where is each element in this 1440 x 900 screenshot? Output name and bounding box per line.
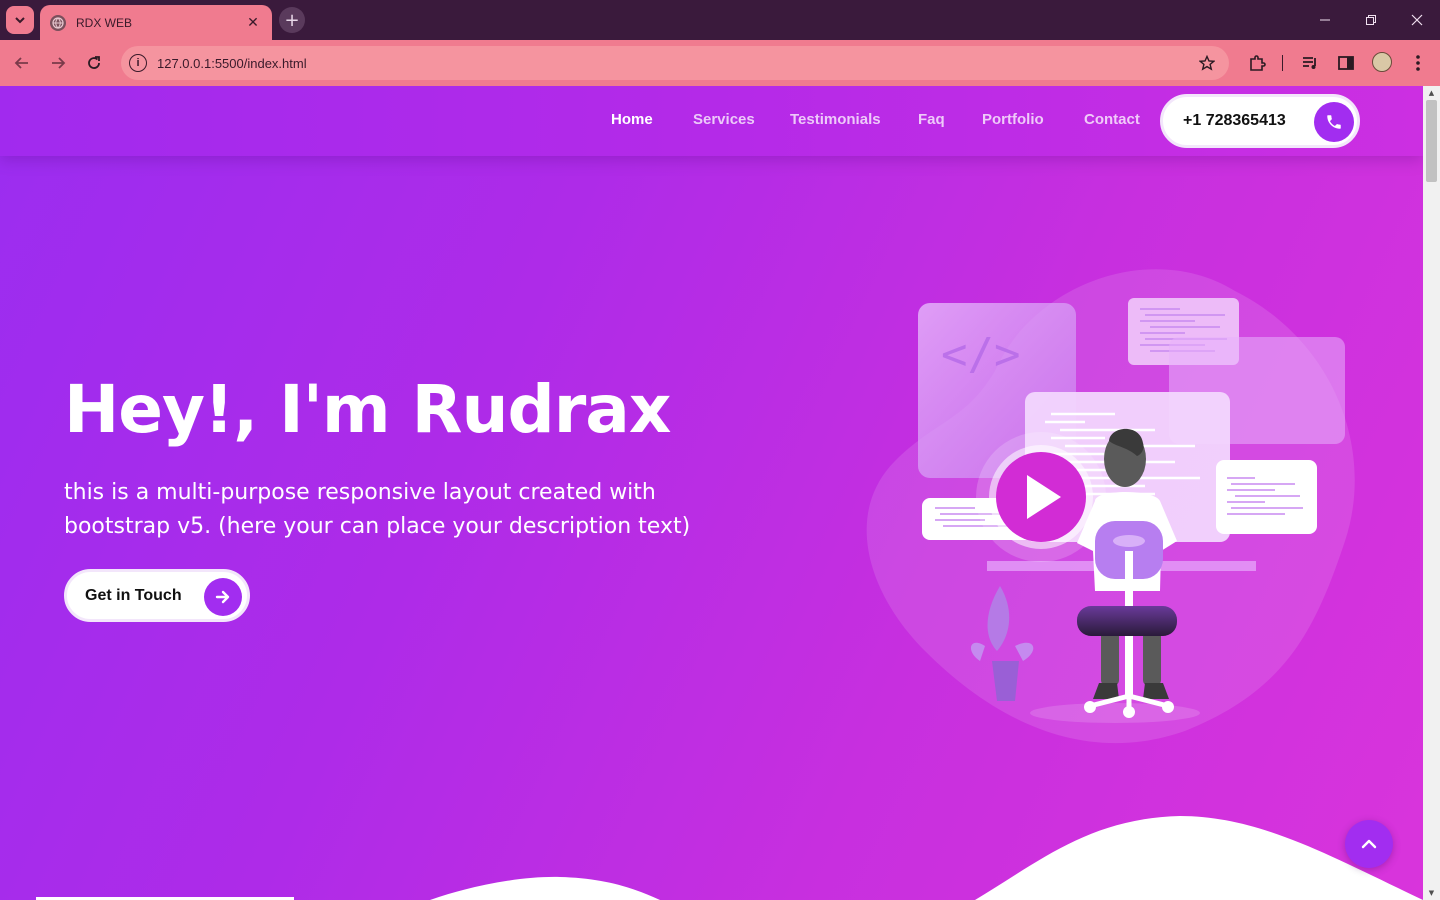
scrollbar-thumb[interactable] (1426, 100, 1437, 182)
more-menu-icon[interactable] (1407, 52, 1429, 74)
browser-toolbar: i 127.0.0.1:5500/index.html (0, 40, 1440, 86)
close-window-icon[interactable] (1405, 8, 1429, 32)
back-to-top-button[interactable] (1345, 820, 1393, 868)
nav-link-contact[interactable]: Contact (1084, 111, 1140, 128)
reload-icon[interactable] (82, 51, 106, 75)
nav-link-services[interactable]: Services (693, 111, 755, 128)
minimize-icon[interactable] (1313, 8, 1337, 32)
get-in-touch-button[interactable]: Get in Touch (64, 569, 250, 622)
close-tab-icon[interactable]: ✕ (244, 15, 262, 31)
phone-number: +1 728365413 (1183, 112, 1286, 129)
hero-title: Hey!, I'm Rudrax (64, 371, 671, 448)
arrow-right-icon (204, 578, 242, 616)
phone-button[interactable]: +1 728365413 (1160, 94, 1360, 148)
nav-link-testimonials[interactable]: Testimonials (790, 111, 881, 128)
tab-search-button[interactable] (6, 6, 34, 34)
browser-tab[interactable]: RDX WEB ✕ (40, 5, 272, 40)
scroll-up-arrow-icon[interactable]: ▲ (1423, 86, 1440, 100)
tab-title: RDX WEB (76, 15, 133, 30)
site-info-icon[interactable]: i (129, 54, 147, 72)
back-arrow-icon[interactable] (10, 51, 34, 75)
bottom-wave (430, 816, 1423, 900)
phone-icon (1314, 102, 1354, 142)
nav-link-portfolio[interactable]: Portfolio (982, 111, 1044, 128)
nav-link-faq[interactable]: Faq (918, 111, 945, 128)
restore-icon[interactable] (1359, 8, 1383, 32)
url-text[interactable]: 127.0.0.1:5500/index.html (157, 56, 1197, 71)
chevron-up-icon (1361, 839, 1377, 849)
site-navbar: Home Services Testimonials Faq Portfolio… (0, 86, 1423, 156)
new-tab-button[interactable]: + (279, 7, 305, 33)
extensions-puzzle-icon[interactable] (1246, 52, 1268, 74)
toolbar-divider (1282, 55, 1283, 71)
profile-avatar[interactable] (1372, 52, 1392, 72)
code-tag-text: </> (941, 329, 1020, 380)
cta-label: Get in Touch (85, 587, 182, 604)
developer-illustration: </> (866, 269, 1355, 744)
globe-icon (50, 14, 66, 31)
forward-arrow-icon[interactable] (46, 51, 70, 75)
scroll-down-arrow-icon[interactable]: ▼ (1423, 886, 1440, 900)
nav-link-home[interactable]: Home (611, 111, 653, 128)
page-viewport: Home Services Testimonials Faq Portfolio… (0, 86, 1423, 900)
bookmark-star-icon[interactable] (1197, 53, 1217, 73)
browser-titlebar: RDX WEB ✕ + (0, 0, 1440, 40)
side-panel-icon[interactable] (1335, 52, 1357, 74)
page-scrollbar[interactable]: ▲ ▼ (1423, 86, 1440, 900)
hero-description: this is a multi-purpose responsive layou… (64, 480, 691, 539)
chevron-down-icon (15, 17, 25, 24)
media-controls-icon[interactable] (1299, 52, 1321, 74)
address-bar[interactable]: i 127.0.0.1:5500/index.html (121, 46, 1229, 80)
